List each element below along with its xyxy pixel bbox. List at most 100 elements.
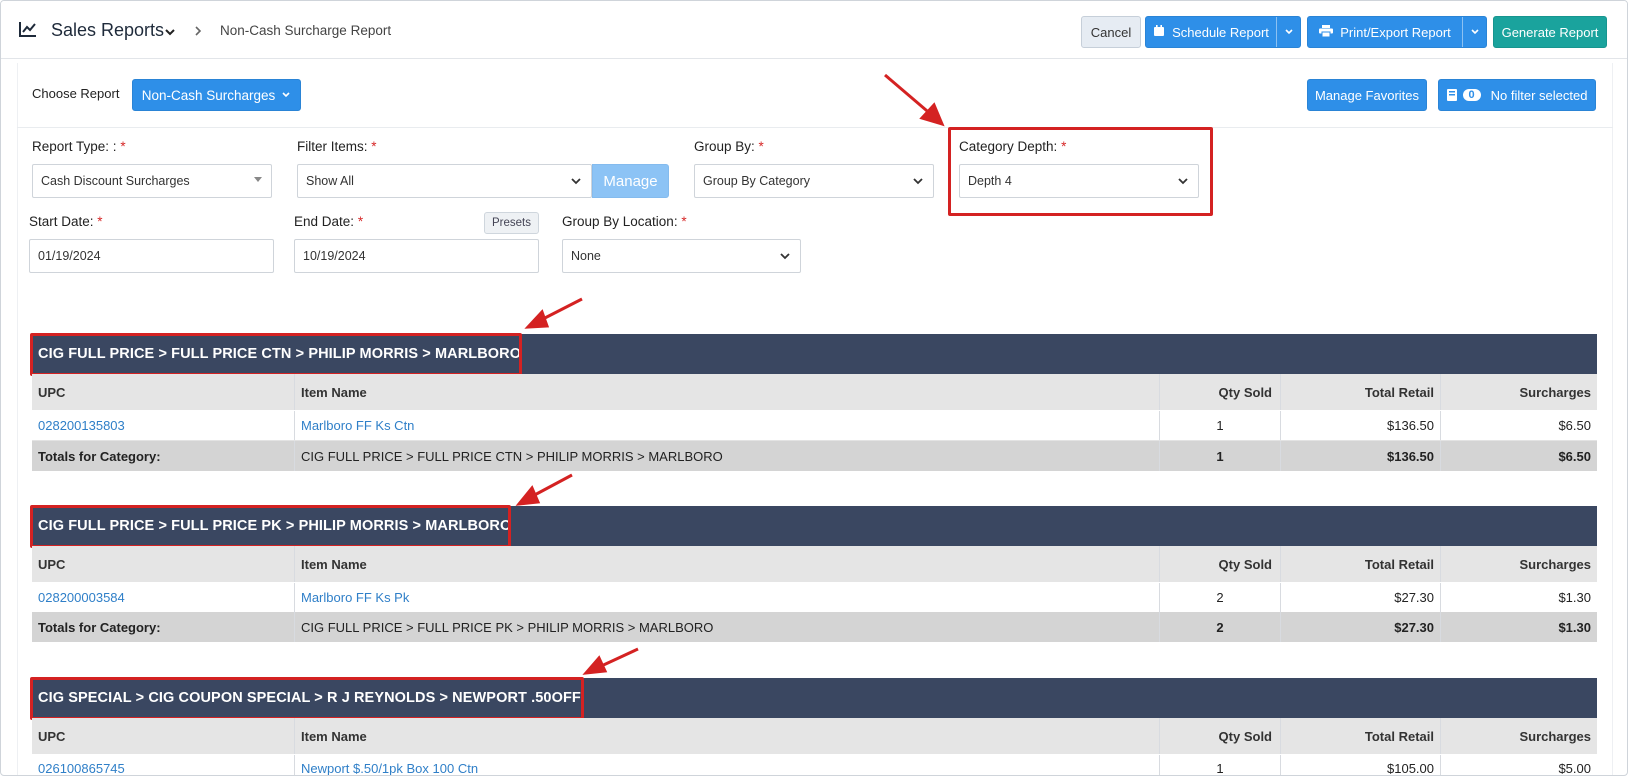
chevron-down-icon [571, 178, 581, 185]
choose-report-label: Choose Report [32, 86, 120, 101]
chart-line-icon [19, 22, 36, 37]
calendar-icon [1153, 24, 1165, 40]
manage-button[interactable]: Manage [592, 164, 669, 198]
presets-label: Presets [492, 217, 531, 229]
app-title[interactable]: Sales Reports [51, 20, 164, 41]
totals-surcharge: $6.50 [1558, 448, 1591, 464]
upc-link[interactable]: 028200135803 [32, 411, 295, 440]
choose-report-dropdown[interactable]: Non-Cash Surcharges [132, 79, 301, 111]
header-item-name[interactable]: Item Name [295, 718, 1160, 754]
caret-down-icon [254, 177, 262, 182]
divider [17, 127, 1613, 128]
printer-icon [1319, 24, 1334, 40]
filter-count-badge: 0 [1462, 89, 1481, 101]
totals-row: Totals for Category: CIG FULL PRICE > FU… [32, 441, 1597, 471]
chevron-down-icon [1284, 29, 1293, 35]
report-type-value: Cash Discount Surcharges [41, 174, 190, 188]
header-total-retail[interactable]: Total Retail [1281, 546, 1441, 582]
totals-row: Totals for Category: CIG FULL PRICE > FU… [32, 612, 1597, 642]
manage-favorites-button[interactable]: Manage Favorites [1307, 79, 1427, 111]
table-header: UPC Item Name Qty Sold Total Retail Surc… [32, 374, 1597, 410]
header-upc[interactable]: UPC [32, 546, 295, 582]
print-dropdown-toggle[interactable] [1462, 17, 1486, 47]
start-date-input[interactable]: 01/19/2024 [29, 239, 274, 273]
totals-label: Totals for Category: [32, 441, 295, 471]
totals-retail: $136.50 [1281, 441, 1441, 471]
qty-cell: 1 [1160, 755, 1281, 775]
highlight-box [948, 127, 1213, 216]
table-row: 028200135803 Marlboro FF Ks Ctn 1 $136.5… [32, 411, 1597, 441]
retail-cell: $136.50 [1281, 411, 1441, 440]
item-name-link[interactable]: Marlboro FF Ks Ctn [295, 411, 1160, 440]
manage-label: Manage [603, 172, 658, 190]
choose-report-value: Non-Cash Surcharges [141, 87, 276, 103]
start-date-label: Start Date: * [29, 214, 103, 229]
surcharge-cell: $1.30 [1558, 590, 1591, 605]
group-by-location-label: Group By Location: * [562, 214, 687, 229]
highlight-box [30, 333, 522, 376]
header-surcharges[interactable]: Surcharges [1441, 718, 1597, 754]
upc-link[interactable]: 026100865745 [32, 755, 295, 775]
top-bar: Sales Reports Non-Cash Surcharge Report … [1, 1, 1627, 59]
end-date-input[interactable]: 10/19/2024 [294, 239, 539, 273]
qty-cell: 2 [1160, 583, 1281, 612]
table-row: 028200003584 Marlboro FF Ks Pk 2 $27.30 … [32, 583, 1597, 613]
table-header: UPC Item Name Qty Sold Total Retail Surc… [32, 546, 1597, 582]
group-by-select[interactable]: Group By Category [694, 164, 934, 198]
header-item-name[interactable]: Item Name [295, 374, 1160, 410]
upc-link[interactable]: 028200003584 [32, 583, 295, 612]
print-export-button[interactable]: Print/Export Report [1307, 16, 1487, 48]
filter-items-label: Filter Items: * [297, 139, 377, 154]
presets-button[interactable]: Presets [484, 212, 539, 234]
retail-cell: $105.00 [1281, 755, 1441, 775]
header-qty-sold[interactable]: Qty Sold [1160, 546, 1281, 582]
header-surcharges[interactable]: Surcharges [1441, 374, 1597, 410]
header-surcharges[interactable]: Surcharges [1441, 546, 1597, 582]
totals-qty: 2 [1160, 612, 1281, 642]
header-item-name[interactable]: Item Name [295, 546, 1160, 582]
report-type-label: Report Type: : * [32, 139, 126, 154]
chevron-down-icon [282, 92, 290, 98]
group-by-location-value: None [571, 249, 601, 263]
totals-label: Totals for Category: [32, 612, 295, 642]
highlight-box [30, 677, 584, 720]
schedule-dropdown-toggle[interactable] [1276, 17, 1300, 47]
table-row: 026100865745 Newport $.50/1pk Box 100 Ct… [32, 755, 1597, 775]
cancel-label: Cancel [1090, 24, 1132, 40]
end-date-value: 10/19/2024 [303, 249, 366, 263]
header-total-retail[interactable]: Total Retail [1281, 718, 1441, 754]
header-upc[interactable]: UPC [32, 718, 295, 754]
retail-cell: $27.30 [1281, 583, 1441, 612]
header-qty-sold[interactable]: Qty Sold [1160, 374, 1281, 410]
filter-items-select[interactable]: Show All [297, 164, 592, 198]
chevron-down-icon[interactable] [164, 26, 176, 38]
schedule-report-button[interactable]: Schedule Report [1145, 16, 1301, 48]
surcharge-cell: $6.50 [1558, 418, 1591, 433]
chevron-right-icon [195, 26, 202, 36]
qty-cell: 1 [1160, 411, 1281, 440]
totals-name: CIG FULL PRICE > FULL PRICE CTN > PHILIP… [295, 441, 1160, 471]
filter-icon [1446, 89, 1457, 101]
filter-label: No filter selected [1490, 87, 1588, 103]
totals-retail: $27.30 [1281, 612, 1441, 642]
filter-button[interactable]: 0 No filter selected [1438, 79, 1596, 111]
chevron-down-icon [1470, 29, 1479, 35]
app-window: Sales Reports Non-Cash Surcharge Report … [0, 0, 1628, 776]
schedule-label: Schedule Report [1172, 24, 1269, 40]
generate-report-button[interactable]: Generate Report [1493, 16, 1607, 48]
filter-items-value: Show All [306, 174, 354, 188]
print-label: Print/Export Report [1340, 24, 1451, 40]
totals-surcharge: $1.30 [1558, 619, 1591, 635]
item-name-link[interactable]: Newport $.50/1pk Box 100 Ctn [295, 755, 1160, 775]
cancel-button[interactable]: Cancel [1081, 16, 1141, 48]
chevron-down-icon [780, 253, 790, 260]
item-name-link[interactable]: Marlboro FF Ks Pk [295, 583, 1160, 612]
header-upc[interactable]: UPC [32, 374, 295, 410]
report-type-select[interactable]: Cash Discount Surcharges [32, 164, 272, 198]
header-total-retail[interactable]: Total Retail [1281, 374, 1441, 410]
totals-qty: 1 [1160, 441, 1281, 471]
manage-favorites-label: Manage Favorites [1314, 87, 1420, 103]
start-date-value: 01/19/2024 [38, 249, 101, 263]
header-qty-sold[interactable]: Qty Sold [1160, 718, 1281, 754]
group-by-location-select[interactable]: None [562, 239, 801, 273]
